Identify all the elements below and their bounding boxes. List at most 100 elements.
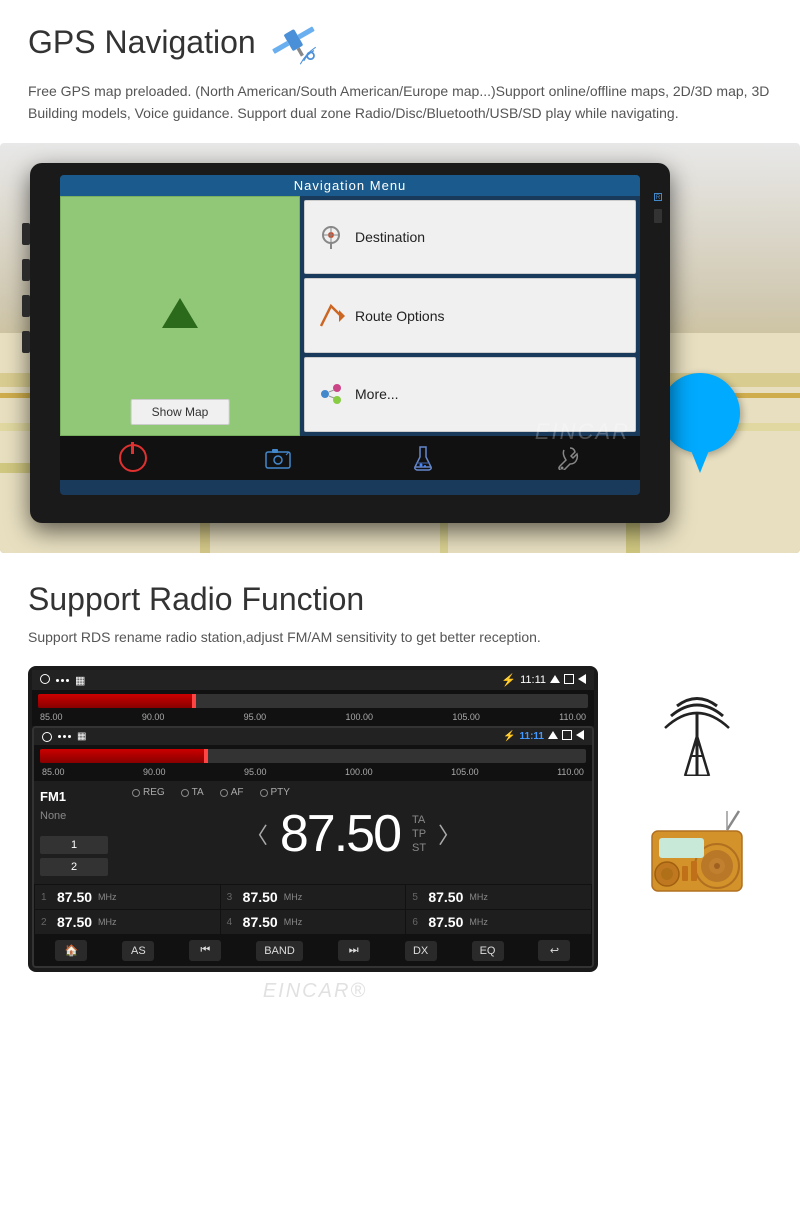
nav-map-area: Show Map: [60, 196, 300, 436]
nav-menu-content: Show Map Destinati: [60, 196, 640, 436]
preset-btn-2[interactable]: 2: [40, 858, 108, 876]
nav-arrow: [162, 298, 198, 328]
frequency-display: 87.50: [280, 808, 400, 860]
preset-num-6: 6: [412, 917, 424, 928]
ta-tp-st-labels: TA TP ST: [412, 814, 426, 854]
preset-cell-2[interactable]: 2 87.50 MHz: [35, 910, 220, 934]
preset-mhz-4: MHz: [284, 917, 303, 927]
preset-cell-5[interactable]: 5 87.50 MHz: [406, 885, 591, 909]
fm-inner-scale: 85.00 90.00 95.00 100.00 105.00 110.00: [40, 767, 586, 777]
freq-display: 〈 87.50 TA TP ST 〉: [246, 808, 460, 860]
device-right-controls: R: [654, 193, 662, 223]
car-device: Navigation Menu ⏻ ⌂ ℹ ◁ ◁ Show Map: [30, 163, 670, 523]
flask-icon: [413, 445, 433, 471]
radio-content: ▦ ⚡ 11:11: [28, 666, 772, 1011]
fm-inner-indicator: [204, 749, 208, 763]
preset-btn-1[interactable]: 1: [40, 836, 108, 854]
inner-dots-icon: [58, 735, 71, 738]
nav-options: Destination Route Options: [300, 196, 640, 436]
ta-label: TA: [412, 814, 426, 826]
band-nav-btn[interactable]: BAND: [256, 941, 303, 961]
inner-triangle: [576, 730, 584, 743]
wrench-icon: [556, 446, 580, 470]
settings-toolbar-btn[interactable]: [551, 441, 585, 475]
radio-device-area: ▦ ⚡ 11:11: [28, 666, 602, 1011]
freq-right-arrow[interactable]: 〉: [438, 818, 460, 850]
triangle-status: [578, 674, 586, 687]
inner-status-left: ▦: [42, 731, 86, 742]
bluetooth-status: ⚡ 11:11: [501, 673, 586, 687]
destination-icon: [315, 221, 347, 253]
status-bar: ▦ ⚡ 11:11: [32, 670, 594, 690]
scale-6: 110.00: [559, 712, 586, 722]
radio-center-panel: REG TA AF PTY 〈 87.50 TA: [114, 781, 592, 884]
scale-5: 105.00: [452, 712, 480, 722]
satellite-icon: [266, 20, 326, 70]
camera-toolbar-btn[interactable]: [261, 441, 295, 475]
route-options-button[interactable]: Route Options: [304, 278, 636, 353]
eincar-watermark: EINCAR: [535, 419, 630, 445]
preset-mhz-6: MHz: [469, 917, 488, 927]
location-pin: [660, 373, 740, 473]
preset-freq-2: 87.50: [57, 914, 92, 930]
preset-freq-1: 87.50: [57, 889, 92, 905]
dx-nav-btn[interactable]: DX: [405, 941, 437, 961]
radio-icons-right: [622, 666, 772, 896]
scale-4: 100.00: [345, 712, 373, 722]
preset-mhz-3: MHz: [284, 892, 303, 902]
preset-cell-3[interactable]: 3 87.50 MHz: [221, 885, 406, 909]
preset-mhz-1: MHz: [98, 892, 117, 902]
radio-mode-row: REG TA AF PTY: [122, 787, 290, 798]
reset-btn[interactable]: R: [654, 193, 662, 201]
inner-status-right: ⚡ 11:11: [503, 730, 584, 743]
side-btn-3[interactable]: [22, 295, 30, 317]
freq-left-arrow[interactable]: 〈: [246, 818, 268, 850]
preset-cell-4[interactable]: 4 87.50 MHz: [221, 910, 406, 934]
side-btn-4[interactable]: [22, 331, 30, 353]
show-map-button[interactable]: Show Map: [131, 399, 230, 425]
camera-icon: [264, 447, 292, 469]
inner-arrow-up: [548, 731, 558, 742]
scale-3: 95.00: [244, 712, 267, 722]
flask-toolbar-btn[interactable]: [406, 441, 440, 475]
fm-slider-track[interactable]: [38, 694, 588, 708]
car-screen: Navigation Menu ⏻ ⌂ ℹ ◁ ◁ Show Map: [60, 175, 640, 495]
tp-label: TP: [412, 828, 426, 840]
home-nav-btn[interactable]: 🏠: [55, 940, 87, 961]
screen-toolbar: EINCAR: [60, 436, 640, 480]
fm-inner-fill: [40, 749, 204, 763]
preset-grid: 1 87.50 MHz 3 87.50 MHz 5 87.50 MHz: [34, 884, 592, 935]
next-nav-btn[interactable]: ⏭: [338, 940, 370, 961]
preset-freq-4: 87.50: [243, 914, 278, 930]
inner-image-icon: ▦: [77, 731, 86, 742]
power-toolbar-btn[interactable]: [116, 441, 150, 475]
radio-main-row: FM1 None 1 2 REG TA: [34, 781, 592, 884]
radio-description: Support RDS rename radio station,adjust …: [28, 626, 772, 648]
circle-status: [40, 674, 50, 687]
prev-nav-btn[interactable]: ⏮: [189, 940, 221, 961]
radio-inner: ▦ ⚡ 11:11: [32, 726, 594, 968]
preset-freq-3: 87.50: [243, 889, 278, 905]
radio-tower-icon: [657, 686, 737, 776]
side-buttons-left: [22, 223, 30, 353]
radio-title: Support Radio Function: [28, 581, 772, 618]
fm-inner-slider-track[interactable]: [40, 749, 586, 763]
square-status: [564, 674, 574, 687]
side-btn-2[interactable]: [22, 259, 30, 281]
eq-nav-btn[interactable]: EQ: [472, 941, 504, 961]
back-nav-btn[interactable]: ↩: [538, 940, 570, 961]
gps-header: GPS Navigation: [28, 24, 772, 70]
fm-label: FM1: [40, 789, 108, 804]
st-label: ST: [412, 842, 426, 854]
preset-num-5: 5: [412, 892, 424, 903]
as-nav-btn[interactable]: AS: [122, 941, 154, 961]
preset-cell-6[interactable]: 6 87.50 MHz: [406, 910, 591, 934]
side-btn-1[interactable]: [22, 223, 30, 245]
more-label: More...: [355, 386, 399, 402]
radio-section: Support Radio Function Support RDS renam…: [0, 553, 800, 1011]
destination-button[interactable]: Destination: [304, 200, 636, 275]
preset-cell-1[interactable]: 1 87.50 MHz: [35, 885, 220, 909]
preset-mhz-5: MHz: [469, 892, 488, 902]
image-status: ▦: [75, 674, 85, 687]
volume-btn[interactable]: [654, 209, 662, 223]
